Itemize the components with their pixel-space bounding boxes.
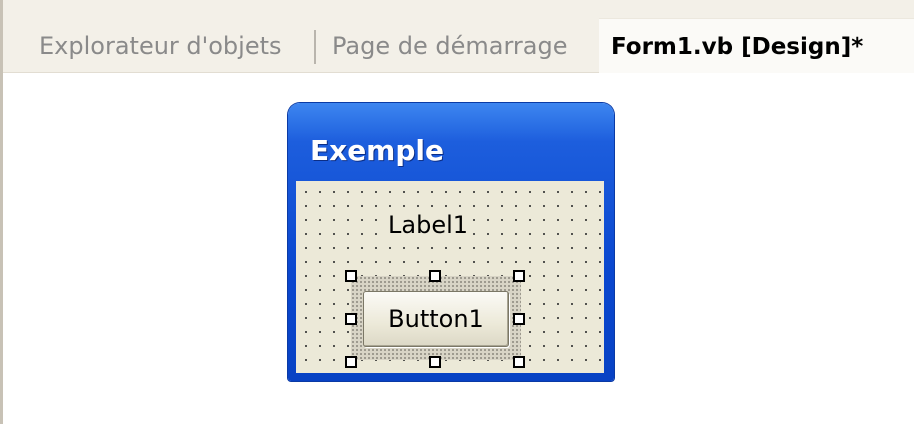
tab-object-browser[interactable]: Explorateur d'objets: [39, 28, 282, 64]
designer-form-window[interactable]: Exemple Label1 Button1: [288, 103, 614, 381]
resize-grip-top-left[interactable]: [345, 270, 357, 282]
tab-form-design-label: Form1.vb [Design]*: [611, 34, 864, 60]
tab-start-page[interactable]: Page de démarrage: [332, 28, 567, 64]
tab-separator: [314, 30, 316, 64]
resize-grip-bottom-left[interactable]: [345, 356, 357, 368]
designer-workspace: Explorateur d'objets Page de démarrage F…: [0, 0, 914, 424]
resize-grip-bottom[interactable]: [429, 356, 441, 368]
form-client-area[interactable]: Label1 Button1: [296, 181, 604, 373]
resize-grip-top-right[interactable]: [513, 270, 525, 282]
form-title-bar[interactable]: Exemple: [288, 103, 614, 181]
label1-control[interactable]: Label1: [386, 209, 471, 241]
resize-grip-top[interactable]: [429, 270, 441, 282]
button1-control[interactable]: Button1: [363, 291, 509, 347]
tab-form-design[interactable]: Form1.vb [Design]*: [599, 18, 914, 73]
resize-grip-bottom-right[interactable]: [513, 356, 525, 368]
form-title: Exemple: [310, 134, 444, 167]
resize-grip-right[interactable]: [513, 313, 525, 325]
document-tabstrip: Explorateur d'objets Page de démarrage F…: [3, 0, 914, 73]
resize-grip-left[interactable]: [345, 313, 357, 325]
